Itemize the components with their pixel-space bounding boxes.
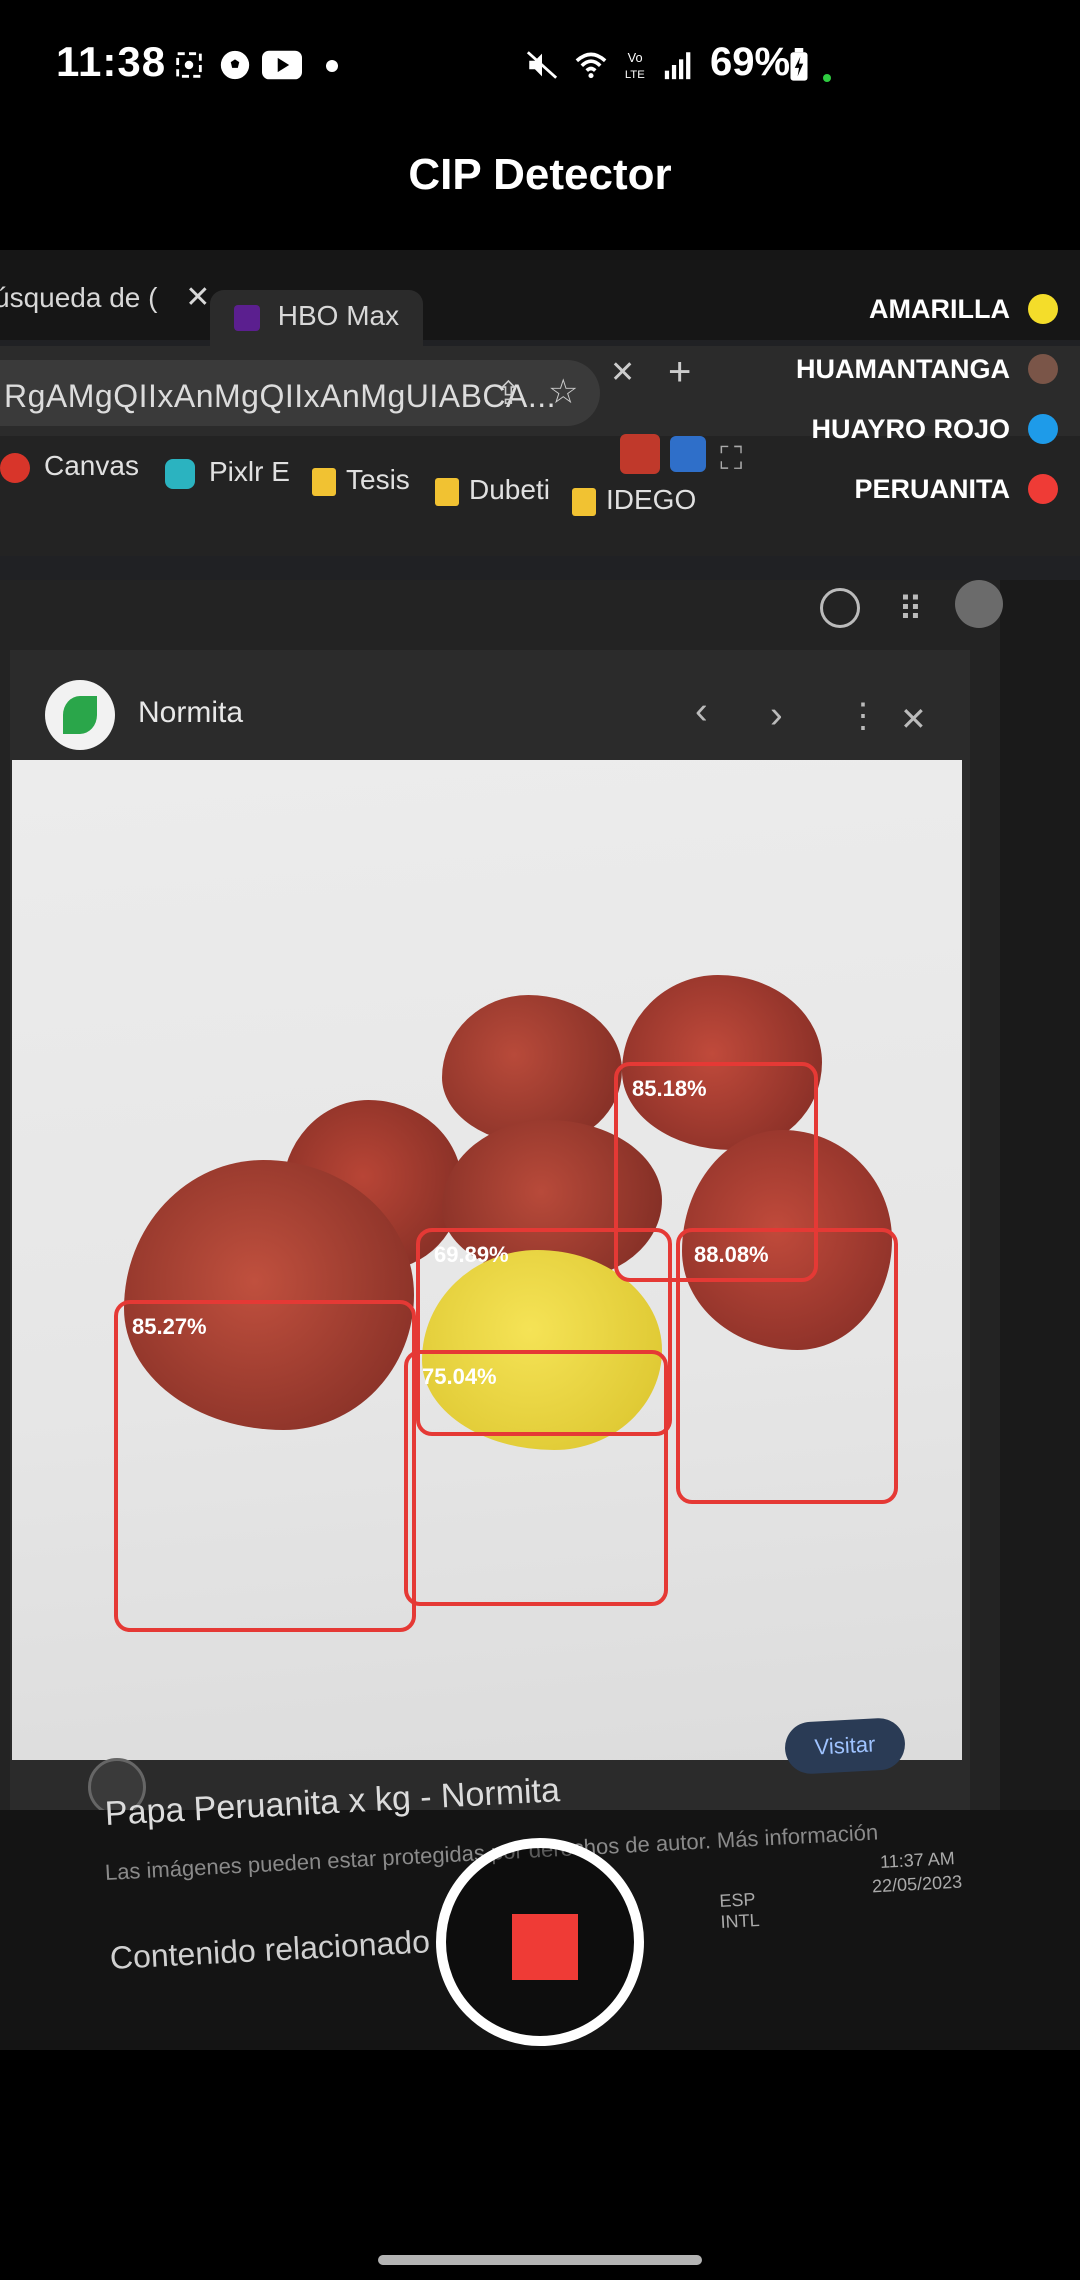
visit-button[interactable]: Visitar — [783, 1716, 907, 1776]
detection-confidence: 69.89% — [434, 1242, 509, 1267]
legend-color-dot — [1028, 474, 1058, 504]
tab-close-icon-2[interactable]: ✕ — [610, 355, 635, 390]
chevron-right-icon[interactable]: › — [770, 694, 783, 737]
apps-grid-icon[interactable]: ⠿ — [898, 590, 923, 630]
close-icon[interactable]: ✕ — [900, 700, 927, 738]
legend-label: HUAYRO ROJO — [811, 413, 1010, 444]
notification-dot-icon — [326, 60, 338, 72]
bookmark-canvas[interactable]: Canvas — [0, 450, 139, 483]
charging-dot-icon — [823, 74, 831, 82]
folder-icon — [572, 487, 596, 516]
bookmark-pixlr-label: Pixlr E — [209, 456, 290, 487]
pixlr-icon — [165, 458, 195, 489]
avatar[interactable] — [955, 580, 1003, 628]
legend-item-amarilla: AMARILLA — [869, 286, 1058, 332]
svg-text:LTE: LTE — [625, 69, 645, 81]
detection-box: 85.27% — [114, 1300, 416, 1632]
status-bar: 11:38 Vo LTE 69% — [0, 0, 1080, 130]
taskbar-language: ESP INTL — [718, 1889, 761, 1933]
detection-box: 75.04% — [404, 1350, 668, 1606]
extension-icon[interactable] — [620, 434, 660, 474]
folder-icon — [435, 477, 459, 506]
hbo-max-favicon-icon — [234, 304, 260, 331]
new-tab-icon[interactable]: + — [668, 350, 691, 395]
detection-confidence: 75.04% — [422, 1364, 497, 1389]
bookmark-dubeti-label: Dubeti — [469, 474, 550, 505]
bookmark-tesis[interactable]: Tesis — [312, 464, 410, 496]
battery-percentage: 69% — [710, 40, 791, 84]
settings-gear-icon[interactable] — [820, 588, 860, 628]
detection-confidence: 85.18% — [632, 1076, 707, 1101]
svg-text:Vo: Vo — [628, 50, 643, 65]
status-time: 11:38 — [56, 38, 167, 85]
legend-label: PERUANITA — [854, 473, 1010, 504]
detection-confidence: 85.27% — [132, 1314, 207, 1339]
stop-icon — [512, 1914, 578, 1980]
battery-charging-icon — [790, 48, 808, 81]
signal-icon — [664, 52, 691, 80]
detection-confidence: 88.08% — [694, 1242, 769, 1267]
legend-item-huamantanga: HUAMANTANGA — [796, 346, 1058, 392]
legend-color-dot — [1028, 414, 1058, 444]
crop-icon[interactable]: ⛶ — [720, 440, 742, 478]
bookmark-canvas-label: Canvas — [44, 450, 139, 481]
home-indicator[interactable] — [378, 2255, 702, 2265]
site-name: Normita — [138, 696, 244, 729]
chevron-left-icon[interactable]: ‹ — [695, 690, 708, 733]
tab-search-label: úsqueda de ( — [0, 282, 158, 313]
bookmark-tesis-label: Tesis — [346, 464, 410, 495]
bookmark-dubeti[interactable]: Dubeti — [435, 474, 550, 506]
detection-box: 88.08% — [676, 1228, 898, 1504]
legend-color-dot — [1028, 294, 1058, 324]
bookmark-idego-label: IDEGO — [606, 484, 697, 515]
share-icon[interactable]: ⇪ — [495, 374, 522, 412]
panel-header: Normita ‹ › ⋮ ✕ — [40, 670, 990, 770]
bookmark-idego[interactable]: IDEGO — [572, 484, 696, 516]
record-stop-button[interactable] — [436, 1838, 644, 2046]
soccer-ball-icon — [220, 50, 250, 80]
legend-label: AMARILLA — [869, 293, 1010, 324]
wifi-icon — [575, 52, 607, 79]
bookmark-pixlr[interactable]: Pixlr E — [165, 456, 290, 489]
extension-icon-2[interactable] — [670, 436, 706, 472]
screenshot-icon — [176, 52, 202, 78]
tab-hbo-label: HBO Max — [277, 300, 400, 331]
youtube-icon — [262, 50, 302, 80]
site-logo — [45, 680, 115, 750]
taskbar-time: 11:37 AM — [879, 1848, 956, 1872]
legend-item-peruanita: PERUANITA — [854, 466, 1058, 512]
legend-label: HUAMANTANGA — [796, 353, 1010, 384]
tab-close-icon[interactable]: ✕ — [185, 281, 210, 314]
legend-item-huayro-rojo: HUAYRO ROJO — [811, 406, 1058, 452]
folder-icon — [312, 467, 336, 496]
volte-icon: Vo LTE — [625, 50, 645, 81]
camera-preview: úsqueda de ( ✕ HBO Max RgAMgQIIxAnMgQIIx… — [0, 250, 1080, 2050]
mute-icon — [526, 51, 558, 79]
leaf-icon — [63, 696, 97, 734]
more-vert-icon[interactable]: ⋮ — [846, 696, 880, 736]
canvas-icon — [0, 452, 30, 483]
app-title: CIP Detector — [408, 150, 672, 199]
url-text: RgAMgQIIxAnMgQIIxAnMgUIABCA... — [4, 378, 557, 414]
tab-search[interactable]: úsqueda de ( ✕ — [0, 280, 210, 350]
star-icon[interactable]: ☆ — [548, 372, 578, 412]
legend-color-dot — [1028, 354, 1058, 384]
